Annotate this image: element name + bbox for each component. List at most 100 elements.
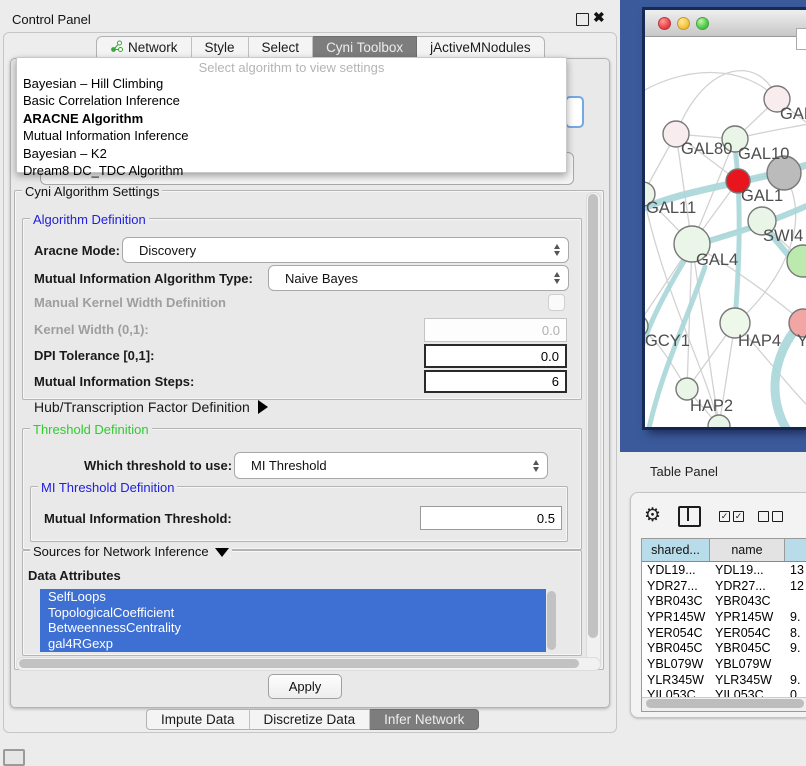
menu-item[interactable]: Mutual Information Inference (17, 128, 566, 146)
table-rows: YDL19...YDL19...13YDR27...YDR27...12YBR0… (642, 562, 806, 703)
menu-item[interactable]: Bayesian – K2 (17, 145, 566, 163)
docked-panel-icon[interactable] (3, 749, 25, 766)
settings-vscroll-thumb[interactable] (588, 194, 598, 638)
overview-chip (796, 28, 806, 50)
menu-item[interactable]: Bayesian – Hill Climbing (17, 75, 566, 93)
select-all-icon[interactable]: ✓✓ (719, 511, 744, 522)
network-edge (645, 72, 777, 99)
table-row[interactable]: YDR27...YDR27...12 (642, 578, 806, 594)
table-cell: YBR045C (710, 641, 785, 655)
tab-jactivemnodules[interactable]: jActiveMNodules (417, 36, 545, 59)
attributes-scrollbar[interactable] (547, 591, 556, 650)
kernel-width-value: 0.0 (542, 323, 560, 338)
data-attributes-list[interactable]: SelfLoopsTopologicalCoefficientBetweenne… (40, 589, 546, 652)
zoom-traffic-light[interactable] (696, 17, 709, 30)
bottom-tab-impute-data[interactable]: Impute Data (146, 709, 250, 730)
minimize-traffic-light[interactable] (677, 17, 690, 30)
table-row[interactable]: YBL079WYBL079W (642, 656, 806, 672)
which-threshold-combo[interactable]: MI Threshold (234, 452, 548, 479)
aracne-mode-value: Discovery (139, 243, 554, 258)
column-header[interactable] (785, 539, 806, 561)
table-cell: YBR045C (642, 641, 710, 655)
mi-algorithm-type-value: Naive Bayes (285, 271, 554, 286)
table-cell: YBR043C (710, 594, 785, 608)
table-cell: YLR345W (642, 673, 710, 687)
attribute-item[interactable]: BetweennessCentrality (40, 620, 546, 636)
network-window-titlebar[interactable] (645, 10, 806, 37)
gear-icon[interactable]: ⚙ (644, 504, 661, 528)
tab-select[interactable]: Select (249, 36, 314, 59)
menu-item[interactable]: ARACNE Algorithm (17, 110, 566, 128)
close-traffic-light[interactable] (658, 17, 671, 30)
aracne-mode-combo[interactable]: Discovery (122, 237, 569, 263)
table-row[interactable]: YER054CYER054C8. (642, 625, 806, 641)
combo-focus-ring-partial[interactable] (565, 96, 584, 128)
tab-label: Network (128, 40, 178, 55)
tab-cyni-toolbox[interactable]: Cyni Toolbox (313, 36, 417, 59)
hub-definition-expander[interactable]: Hub/Transcription Factor Definition (34, 399, 268, 415)
dpi-tolerance-value: 0.0 (541, 349, 559, 364)
tab-network[interactable]: Network (96, 36, 192, 59)
mi-threshold-value: 0.5 (537, 511, 555, 526)
table-cell: YDR27... (642, 579, 710, 593)
menu-item[interactable]: Dream8 DC_TDC Algorithm (17, 163, 566, 181)
bottom-tab-discretize-data[interactable]: Discretize Data (250, 709, 371, 730)
node-label: HAP4 (738, 332, 781, 350)
algorithm-placeholder: Select algorithm to view settings (17, 60, 566, 75)
table-row[interactable]: YBR043CYBR043C (642, 593, 806, 609)
attribute-item[interactable]: TopologicalCoefficient (40, 605, 546, 621)
control-panel-title: Control Panel (12, 12, 91, 27)
table-hscroll-thumb[interactable] (646, 699, 804, 708)
node-label: GAL (780, 105, 806, 123)
table-cell: YER054C (642, 626, 710, 640)
deselect-all-icon[interactable] (758, 511, 783, 522)
close-icon[interactable]: ✖ (593, 9, 605, 26)
tab-label: Select (262, 40, 300, 55)
tab-style[interactable]: Style (192, 36, 249, 59)
manual-kernel-checkbox[interactable] (548, 294, 565, 311)
sources-legend[interactable]: Sources for Network Inference (30, 544, 232, 559)
control-panel-tabs: Network Style Select Cyni Toolbox jActiveMNo… (96, 36, 545, 59)
which-threshold-value: MI Threshold (251, 458, 533, 473)
apply-button[interactable]: Apply (268, 674, 342, 699)
node-label: HAP2 (690, 397, 733, 415)
table-cell: YDL19... (710, 563, 785, 577)
columns-icon[interactable] (678, 506, 701, 527)
expand-right-icon (258, 400, 268, 414)
tab-label: jActiveMNodules (430, 40, 531, 55)
mi-steps-field[interactable]: 6 (424, 370, 567, 393)
column-header-shared[interactable]: shared... (642, 539, 710, 561)
dpi-tolerance-field[interactable]: 0.0 (424, 344, 567, 368)
network-view-window: GALGAL80GAL10GAL1GAL11SWI4GAL4GCY1HAP4YH… (645, 10, 806, 427)
kernel-width-field[interactable]: 0.0 (424, 318, 567, 342)
table-cell: 9. (785, 641, 806, 655)
column-header-name[interactable]: name (710, 539, 785, 561)
cyni-settings-legend: Cyni Algorithm Settings (22, 184, 162, 199)
network-canvas[interactable]: GALGAL80GAL10GAL1GAL11SWI4GAL4GCY1HAP4YH… (645, 37, 806, 427)
bottom-tab-infer-network[interactable]: Infer Network (370, 709, 479, 730)
float-window-icon[interactable] (576, 13, 589, 26)
attribute-item[interactable]: gal4RGexp (40, 636, 546, 652)
table-cell: 12 (785, 579, 806, 593)
table-cell: YPR145W (642, 610, 710, 624)
table-row[interactable]: YLR345WYLR345W9. (642, 672, 806, 688)
table-cell: YER054C (710, 626, 785, 640)
node-label: SWI4 (763, 227, 803, 245)
settings-hscroll-thumb[interactable] (19, 659, 579, 668)
table-row[interactable]: YDL19...YDL19...13 (642, 562, 806, 578)
table-row[interactable]: YBR045CYBR045C9. (642, 640, 806, 656)
table-row[interactable]: YPR145WYPR145W9. (642, 609, 806, 625)
menu-item[interactable]: Basic Correlation Inference (17, 93, 566, 111)
node-label: GAL4 (696, 251, 738, 269)
mi-threshold-field[interactable]: 0.5 (420, 506, 562, 530)
table-header-row: shared...name (642, 539, 806, 562)
mi-threshold-definition-legend: MI Threshold Definition (38, 480, 177, 495)
mi-steps-value: 6 (552, 374, 559, 389)
network-node[interactable] (787, 245, 806, 277)
mi-algorithm-type-combo[interactable]: Naive Bayes (268, 265, 569, 291)
combo-arrows-icon (533, 460, 539, 472)
table-cell: YLR345W (710, 673, 785, 687)
node-label: GCY1 (645, 332, 690, 350)
attribute-item[interactable]: SelfLoops (40, 589, 546, 605)
network-edge (676, 71, 777, 134)
